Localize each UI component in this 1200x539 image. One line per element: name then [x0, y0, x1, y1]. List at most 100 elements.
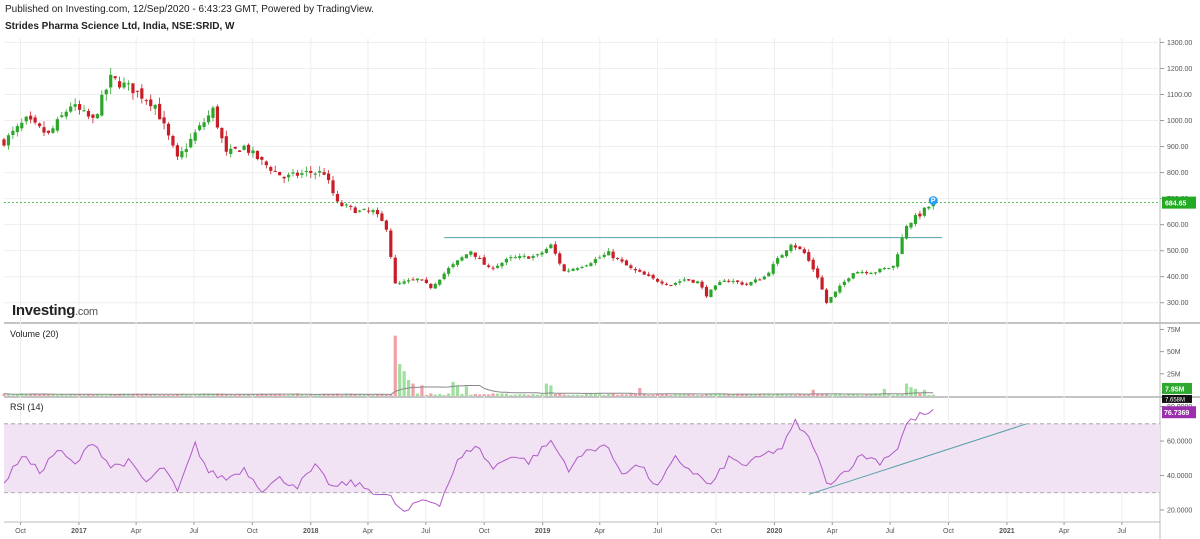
candle-body	[242, 145, 246, 150]
volume-bar	[856, 394, 860, 396]
candle-body	[451, 264, 455, 268]
candle-body	[393, 257, 397, 284]
candle-body	[709, 289, 713, 298]
volume-bar	[575, 394, 580, 396]
volume-bar	[500, 393, 504, 396]
volume-bar	[522, 394, 526, 396]
candle-body	[589, 263, 593, 267]
candle-body	[704, 286, 709, 297]
candle-body	[220, 127, 224, 139]
candle-body	[322, 172, 326, 175]
candle-body	[816, 268, 820, 278]
rsi-pane-title: RSI (14)	[10, 402, 44, 412]
volume-bar	[304, 395, 308, 396]
x-tick-label: Jul	[421, 528, 430, 535]
volume-bar	[615, 394, 620, 396]
candle-body	[807, 252, 811, 261]
candle-body	[660, 281, 664, 284]
chart-svg[interactable]: 300.00400.00500.00600.00700.00800.00900.…	[0, 0, 1200, 539]
volume-y-tick-label: 50M	[1167, 349, 1181, 356]
candle-body	[366, 210, 371, 212]
volume-bar	[504, 393, 509, 396]
candle-body	[415, 278, 420, 281]
candle-body	[869, 272, 873, 275]
volume-bar	[904, 383, 909, 396]
candle-body	[202, 122, 206, 127]
candle-body	[24, 116, 28, 122]
price-y-tick-label: 400.00	[1167, 274, 1189, 281]
volume-bar	[620, 394, 624, 396]
candle-body	[411, 279, 415, 281]
candle-body	[193, 132, 197, 141]
volume-bar	[64, 395, 68, 396]
candle-body	[131, 83, 135, 94]
price-y-tick-label: 1300.00	[1167, 40, 1192, 47]
candle-body	[509, 257, 513, 259]
candle-body	[575, 268, 580, 270]
candle-body	[567, 270, 571, 272]
candle-body	[353, 207, 357, 214]
volume-bar	[789, 394, 793, 396]
volume-bar	[478, 394, 482, 396]
volume-bar	[700, 394, 704, 396]
volume-bar	[629, 393, 633, 396]
candle-body	[326, 173, 331, 181]
candle-body	[655, 278, 660, 282]
candle-body	[55, 119, 59, 131]
candle-body	[927, 206, 931, 209]
candle-body	[500, 262, 504, 267]
x-tick-label: 2017	[71, 528, 87, 535]
candle-body	[380, 213, 384, 221]
volume-bar	[513, 394, 517, 396]
candle-body	[909, 222, 913, 228]
volume-y-tick-label: 75M	[1167, 327, 1181, 334]
candle-body	[140, 88, 144, 99]
rsi-badge-label: 76.7369	[1164, 410, 1189, 417]
volume-bar	[891, 395, 895, 396]
candle-body	[558, 253, 562, 264]
volume-bar	[362, 394, 366, 396]
volume-bar	[540, 394, 544, 396]
candle-body	[607, 251, 611, 256]
candle-body	[358, 210, 362, 212]
volume-bar	[313, 395, 317, 396]
volume-bar	[193, 395, 197, 396]
candle-body	[580, 266, 584, 268]
x-tick-label: 2020	[767, 528, 783, 535]
volume-bar	[309, 394, 313, 396]
candle-body	[126, 83, 131, 85]
volume-bar	[375, 394, 380, 396]
volume-bar	[402, 371, 406, 396]
volume-bar	[931, 394, 935, 396]
volume-bar	[624, 394, 629, 396]
x-tick-label: 2019	[535, 528, 551, 535]
candle-body	[829, 296, 833, 303]
volume-bar	[678, 394, 682, 396]
volume-bar	[82, 394, 86, 396]
x-tick-label: Oct	[943, 528, 954, 535]
candle-body	[91, 114, 95, 118]
candle-body	[847, 278, 851, 282]
volume-bar	[602, 394, 606, 396]
candle-body	[29, 115, 33, 120]
volume-bar	[771, 394, 775, 396]
candle-body	[744, 283, 749, 285]
price-y-tick-label: 1000.00	[1167, 118, 1192, 125]
candle-body	[318, 171, 322, 173]
volume-bar	[464, 386, 468, 396]
candle-body	[304, 170, 308, 172]
candle-body	[37, 123, 42, 127]
candle-body	[95, 114, 99, 119]
candle-body	[615, 258, 620, 260]
candle-body	[206, 115, 211, 123]
x-tick-label: Oct	[247, 528, 258, 535]
volume-bar	[433, 394, 437, 396]
volume-bar	[696, 394, 700, 396]
candle-body	[349, 205, 353, 207]
candle-body	[282, 176, 286, 179]
candle-body	[789, 244, 793, 251]
candle-body	[455, 260, 460, 265]
candle-body	[473, 252, 477, 257]
candle-body	[633, 269, 637, 271]
candle-body	[838, 285, 842, 293]
